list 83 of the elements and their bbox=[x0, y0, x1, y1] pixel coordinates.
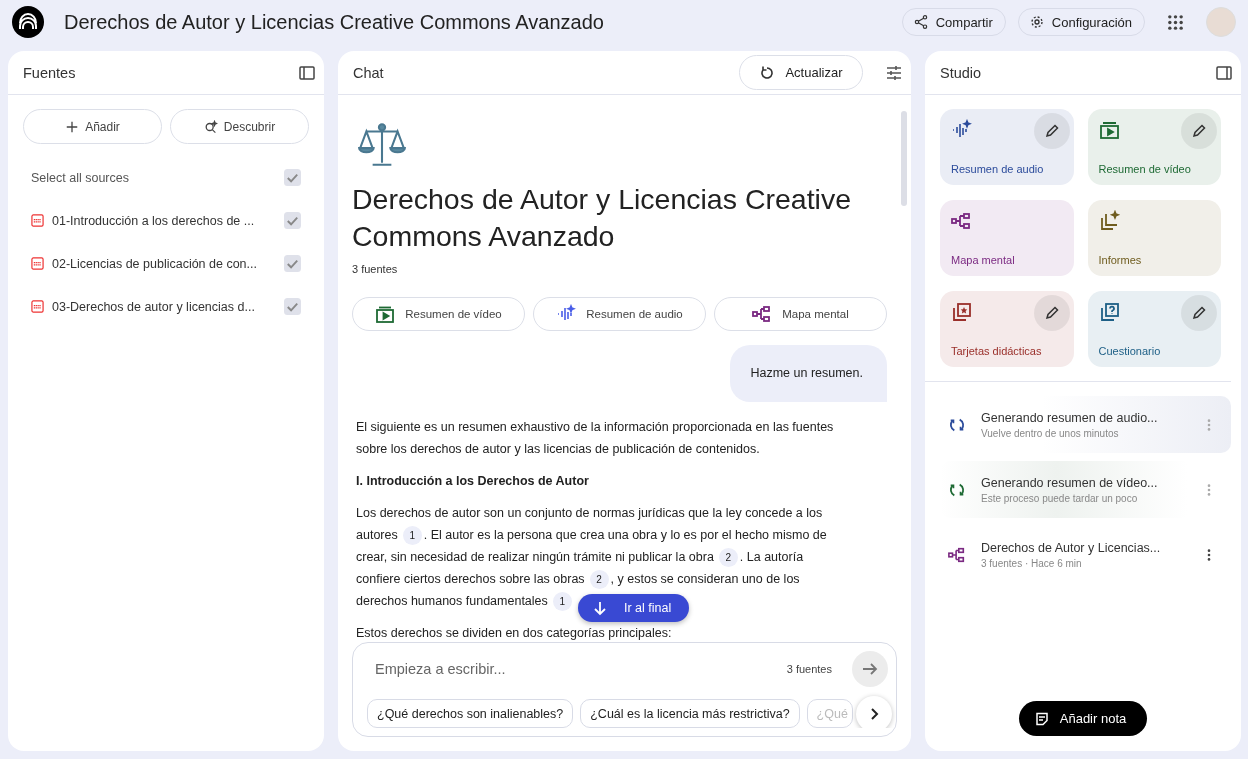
note-icon bbox=[1033, 710, 1050, 727]
tile-label: Mapa mental bbox=[951, 254, 1015, 266]
collapse-panel-icon[interactable] bbox=[1215, 63, 1233, 82]
apps-grid-icon[interactable] bbox=[1167, 13, 1184, 31]
sparkle-search-icon bbox=[203, 119, 218, 134]
arrow-down-icon bbox=[592, 600, 608, 616]
refresh-button[interactable]: Actualizar bbox=[739, 55, 863, 90]
response-paragraph: El siguiente es un resumen exhaustivo de la información proporcionada en las fuentes sobre los derechos de autor y las licencias de publicación de contenidos. bbox=[356, 419, 835, 458]
mindmap-icon bbox=[951, 210, 973, 232]
report-icon bbox=[1098, 210, 1121, 232]
source-item[interactable]: 01-Introducción a los derechos de ... bbox=[52, 213, 276, 228]
suggestion-chip[interactable]: ¿Qué derechos son inalienables? bbox=[367, 699, 574, 728]
share-icon bbox=[912, 14, 929, 30]
edit-button[interactable] bbox=[1181, 113, 1217, 149]
pencil-icon bbox=[1191, 123, 1207, 139]
tune-icon[interactable] bbox=[885, 63, 903, 82]
tile-label: Informes bbox=[1098, 254, 1142, 266]
send-button[interactable] bbox=[852, 651, 888, 687]
more-options-icon[interactable] bbox=[1207, 547, 1211, 562]
edit-button[interactable] bbox=[1033, 295, 1070, 331]
output-subtitle: Este proceso puede tardar un poco bbox=[981, 492, 1139, 504]
scrollbar[interactable] bbox=[901, 111, 907, 206]
mindmap-icon bbox=[948, 545, 966, 564]
edit-button[interactable] bbox=[1033, 113, 1070, 149]
source-checkbox[interactable] bbox=[284, 298, 301, 315]
mindmap-icon bbox=[752, 304, 773, 324]
add-source-button[interactable]: Añadir bbox=[23, 109, 162, 144]
tile-label: Resumen de audio bbox=[951, 163, 1044, 175]
pencil-icon bbox=[1043, 123, 1060, 139]
video-overview-button[interactable]: Resumen de vídeo bbox=[352, 297, 525, 331]
user-message: Hazme un resumen. bbox=[730, 345, 887, 402]
collapse-panel-icon[interactable] bbox=[298, 63, 316, 82]
source-checkbox[interactable] bbox=[284, 255, 301, 272]
output-title: Generando resumen de vídeo... bbox=[981, 475, 1159, 490]
output-subtitle: Vuelve dentro de unos minutos bbox=[981, 427, 1120, 439]
mindmap-overview-button[interactable]: Mapa mental bbox=[714, 297, 887, 331]
studio-tile[interactable]: Cuestionario bbox=[1087, 291, 1221, 367]
message-input-field[interactable]: Empieza a escribir... 3 fuentes ¿Qué derechos son inalienables? ¿Cuál es la licencia más restrictiva? ¿Qué bbox=[352, 642, 897, 737]
tile-label: Tarjetas didácticas bbox=[951, 345, 1042, 357]
source-item[interactable]: 02-Licencias de publicación de con... bbox=[52, 256, 276, 271]
studio-tile[interactable]: Tarjetas didácticas bbox=[940, 291, 1074, 367]
edit-button[interactable] bbox=[1181, 295, 1217, 331]
studio-tile[interactable]: Informes bbox=[1087, 200, 1221, 276]
source-checkbox[interactable] bbox=[284, 212, 301, 229]
output-title: Generando resumen de audio... bbox=[981, 410, 1159, 425]
select-all-checkbox[interactable] bbox=[284, 169, 301, 186]
tile-label: Cuestionario bbox=[1098, 345, 1161, 357]
tile-label: Resumen de vídeo bbox=[1098, 163, 1191, 175]
video-icon bbox=[1098, 119, 1121, 141]
select-all-label: Select all sources bbox=[31, 170, 130, 185]
pencil-icon bbox=[1043, 305, 1060, 321]
next-suggestions-button[interactable] bbox=[856, 696, 892, 728]
share-button[interactable]: Compartir bbox=[901, 8, 1006, 36]
settings-button[interactable]: Configuración bbox=[1017, 8, 1145, 36]
source-item[interactable]: 03-Derechos de autor y licencias d... bbox=[52, 299, 276, 314]
discover-button[interactable]: Descubrir bbox=[170, 109, 309, 144]
video-icon bbox=[375, 304, 396, 324]
response-paragraph: Estos derechos se dividen en dos categorías principales: bbox=[356, 625, 673, 642]
panel-title: Fuentes bbox=[23, 64, 76, 81]
plus-icon bbox=[65, 119, 80, 134]
pencil-icon bbox=[1191, 305, 1207, 321]
response-heading: I. Introducción a los Derechos de Autor bbox=[356, 473, 590, 490]
quiz-icon bbox=[1098, 301, 1121, 323]
suggestion-chip[interactable]: ¿Cuál es la licencia más restrictiva? bbox=[580, 699, 800, 728]
flashcards-icon bbox=[951, 301, 973, 323]
notebook-title: Derechos de Autor y Licencias Creative Commons Avanzado bbox=[64, 10, 605, 34]
audio-overview-button[interactable]: Resumen de audio bbox=[533, 297, 706, 331]
source-count: 3 fuentes bbox=[352, 263, 399, 275]
add-note-button[interactable]: Añadir nota bbox=[1018, 701, 1148, 736]
studio-tile[interactable]: Mapa mental bbox=[940, 200, 1074, 276]
logo-icon[interactable] bbox=[12, 6, 44, 38]
studio-tile[interactable]: Resumen de audio bbox=[940, 109, 1074, 185]
output-subtitle: 3 fuentes · Hace 6 min bbox=[981, 557, 1083, 569]
notebook-heading: Derechos de Autor y Licencias Creative Commons Avanzado bbox=[352, 182, 852, 254]
jump-to-end-button[interactable]: Ir al final bbox=[578, 594, 690, 622]
panel-title: Studio bbox=[940, 64, 982, 81]
studio-output-item[interactable]: Derechos de Autor y Licencias... 3 fuentes · Hace 6 min bbox=[940, 526, 1231, 583]
output-title: Derechos de Autor y Licencias... bbox=[981, 540, 1162, 555]
settings-icon bbox=[1028, 14, 1045, 30]
studio-tile[interactable]: Resumen de vídeo bbox=[1087, 109, 1221, 185]
refresh-icon bbox=[759, 64, 776, 81]
source-count: 3 fuentes bbox=[786, 663, 832, 675]
panel-title: Chat bbox=[353, 64, 384, 81]
